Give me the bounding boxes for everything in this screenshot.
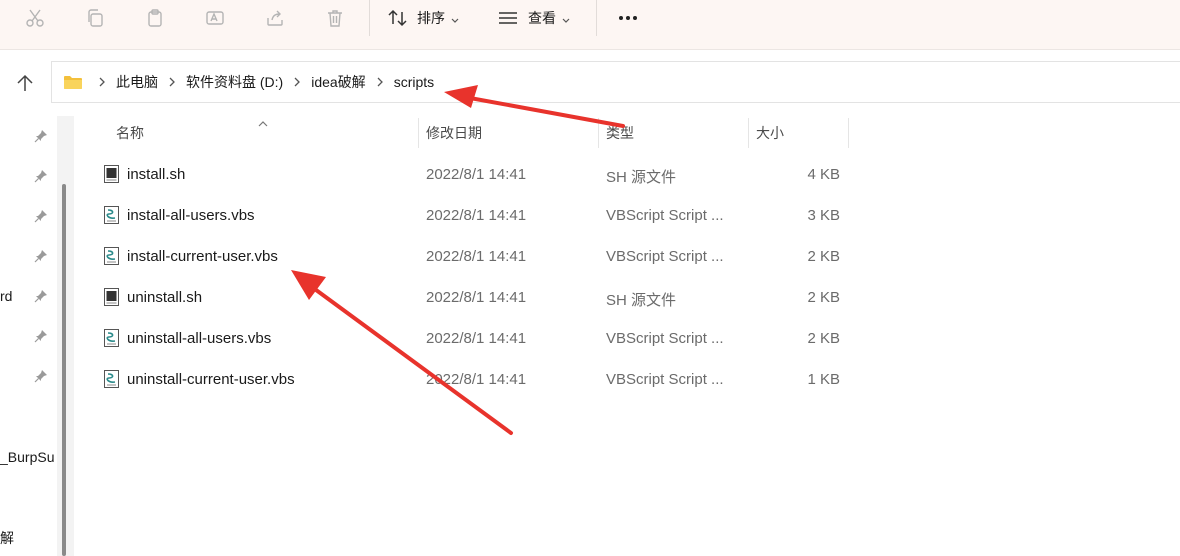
file-row[interactable]: install.sh 2022/8/1 14:41 SH 源文件 4 KB [96,154,850,195]
column-divider[interactable] [418,118,419,148]
pin-icon [34,249,50,265]
file-name: uninstall.sh [127,289,203,306]
breadcrumb-drive-d[interactable]: 软件资料盘 (D:) [186,72,283,92]
pin-icon [34,329,50,345]
file-type: SH 源文件 [606,292,677,309]
file-size: 1 KB [807,371,840,388]
chevron-down-icon [451,10,459,26]
cut-icon[interactable] [21,5,49,31]
view-button[interactable]: 查看 [498,4,570,32]
breadcrumb-idea-folder[interactable]: idea破解 [311,72,365,92]
file-type: VBScript Script ... [606,248,724,265]
pin-icon [34,169,50,185]
vbscript-icon [104,370,119,388]
file-type: SH 源文件 [606,169,677,186]
file-modified: 2022/8/1 14:41 [426,207,527,224]
chevron-right-icon [294,77,301,87]
share-icon[interactable] [261,5,289,31]
nav-item-label[interactable]: rd [0,288,20,304]
up-one-level-button[interactable] [12,70,38,96]
column-header-name[interactable]: 名称 [116,118,144,148]
sort-ascending-icon [258,114,268,132]
file-size: 4 KB [807,166,840,183]
view-icon [498,11,518,25]
chevron-right-icon [377,77,383,87]
more-icon[interactable] [614,4,642,32]
address-bar[interactable]: 此电脑 软件资料盘 (D:) idea破解 scripts [51,61,1180,103]
vbscript-icon [104,206,119,224]
vbscript-icon [104,329,119,347]
nav-scrollbar-thumb[interactable] [62,184,66,556]
file-type: VBScript Script ... [606,371,724,388]
paste-icon[interactable] [141,5,169,31]
file-name: install-current-user.vbs [127,248,278,265]
file-type: VBScript Script ... [606,330,724,347]
file-name: uninstall-all-users.vbs [127,330,272,347]
shell-script-icon [104,288,119,306]
delete-icon[interactable] [321,5,349,31]
pin-icon [34,369,50,385]
breadcrumb-scripts[interactable]: scripts [394,74,434,90]
file-name: install-all-users.vbs [127,207,255,224]
column-divider[interactable] [748,118,749,148]
folder-icon [63,74,83,90]
sort-button[interactable]: 排序 [387,4,459,32]
vbscript-icon [104,247,119,265]
sort-label: 排序 [417,10,445,26]
column-header-type[interactable]: 类型 [606,118,634,148]
file-row[interactable]: uninstall-all-users.vbs 2022/8/1 14:41 V… [96,318,850,359]
copy-icon[interactable] [81,5,109,31]
file-modified: 2022/8/1 14:41 [426,166,527,183]
column-divider[interactable] [598,118,599,148]
toolbar-divider [596,0,597,36]
file-modified: 2022/8/1 14:41 [426,330,527,347]
sort-icon [387,9,409,27]
command-bar: 排序 查看 [0,0,1180,50]
pin-icon [34,129,50,145]
breadcrumb-this-pc[interactable]: 此电脑 [116,72,158,92]
file-row[interactable]: install-current-user.vbs 2022/8/1 14:41 … [96,236,850,277]
pin-icon [34,209,50,225]
chevron-right-icon [99,77,105,87]
pin-icon [34,289,50,305]
file-name: uninstall-current-user.vbs [127,371,295,388]
file-row[interactable]: install-all-users.vbs 2022/8/1 14:41 VBS… [96,195,850,236]
file-size: 3 KB [807,207,840,224]
file-modified: 2022/8/1 14:41 [426,289,527,306]
rename-icon[interactable] [201,5,229,31]
shell-script-icon [104,165,119,183]
file-type: VBScript Script ... [606,207,724,224]
column-header-size[interactable]: 大小 [756,118,784,148]
toolbar-divider [369,0,370,36]
file-size: 2 KB [807,248,840,265]
file-size: 2 KB [807,289,840,306]
file-name: install.sh [127,166,186,183]
chevron-right-icon [169,77,175,87]
nav-item-label[interactable]: 解 [0,528,14,548]
view-label: 查看 [528,10,556,26]
chevron-down-icon [562,10,570,26]
nav-item-label[interactable]: _BurpSu [0,449,56,465]
file-row[interactable]: uninstall.sh 2022/8/1 14:41 SH 源文件 2 KB [96,277,850,318]
file-modified: 2022/8/1 14:41 [426,248,527,265]
file-size: 2 KB [807,330,840,347]
file-row[interactable]: uninstall-current-user.vbs 2022/8/1 14:4… [96,359,850,400]
file-modified: 2022/8/1 14:41 [426,371,527,388]
column-header-modified[interactable]: 修改日期 [426,118,482,148]
column-divider[interactable] [848,118,849,148]
